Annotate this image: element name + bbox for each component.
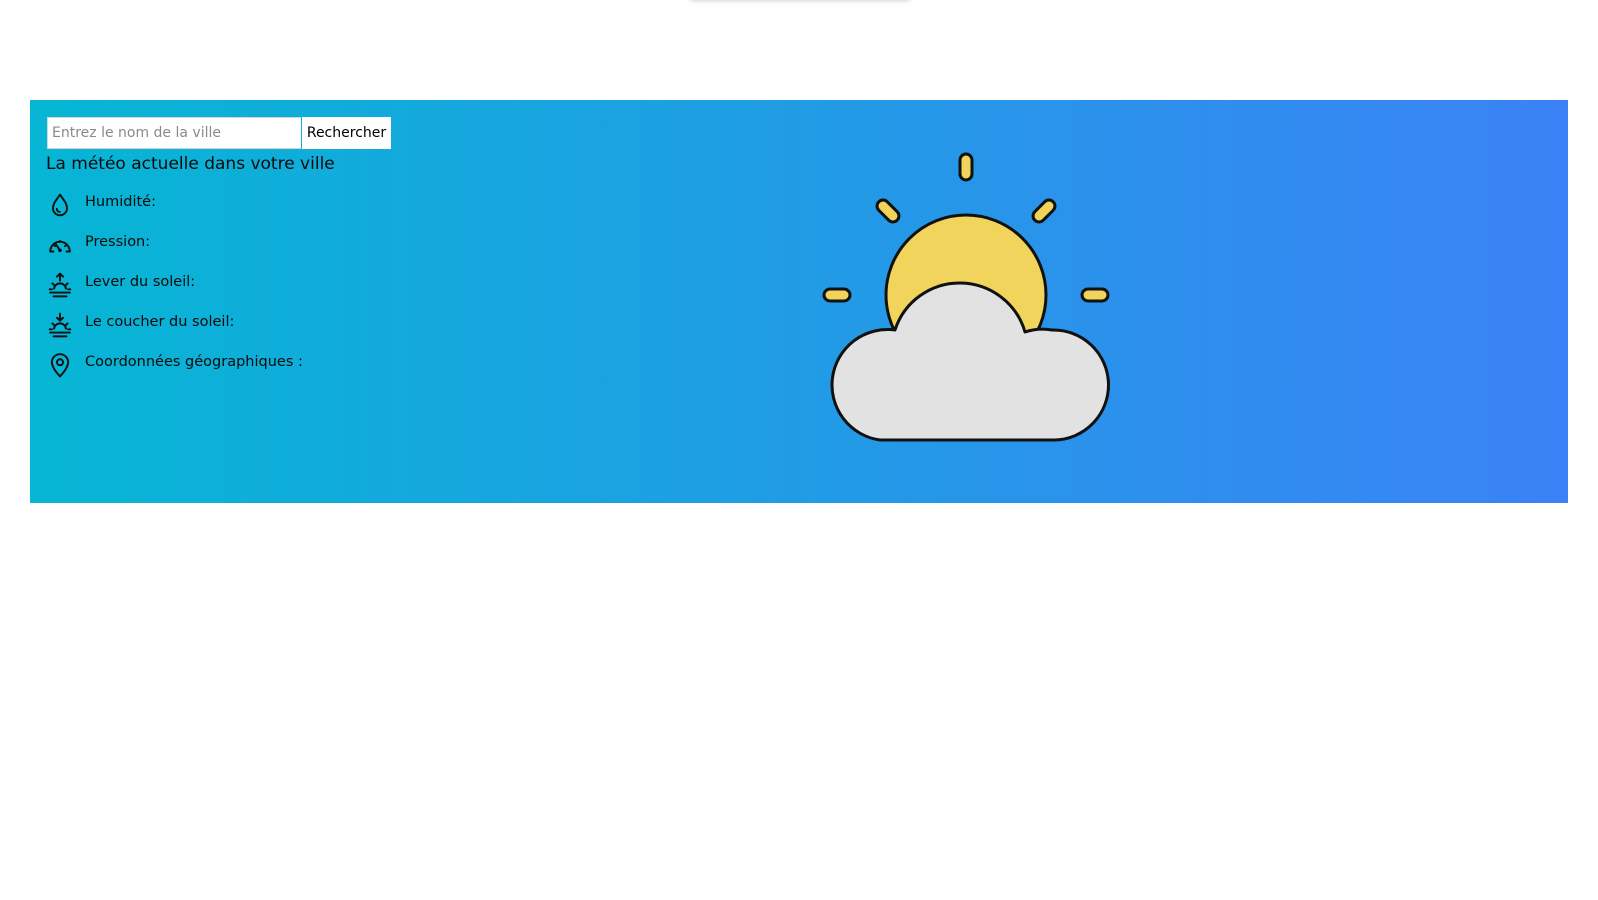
sunset-row: Le coucher du soleil: <box>47 312 303 352</box>
search-button[interactable]: Rechercher <box>302 117 391 149</box>
weather-details-list: Humidité: Pression: Lever du soleil: Le … <box>47 192 303 392</box>
sunrise-label: Lever du soleil: <box>85 274 196 290</box>
coordinates-label: Coordonnées géographiques : <box>85 354 303 370</box>
sun-ray-top-left <box>875 198 901 224</box>
page-title: La météo actuelle dans votre ville <box>46 154 335 174</box>
sunrise-row: Lever du soleil: <box>47 272 303 312</box>
droplet-icon <box>51 193 69 217</box>
cloud-shape <box>830 281 1110 442</box>
gauge-icon <box>49 239 71 253</box>
sunset-label: Le coucher du soleil: <box>85 314 235 330</box>
sunrise-icon <box>48 272 72 298</box>
map-pin-icon <box>50 353 70 378</box>
sun-ray-right <box>1080 287 1110 303</box>
coordinates-row: Coordonnées géographiques : <box>47 352 303 392</box>
sun-ray-top <box>958 152 974 182</box>
sun-ray-top-right <box>1031 198 1057 224</box>
sunset-icon <box>48 312 72 338</box>
sun-ray-left <box>822 287 852 303</box>
weather-panel: Rechercher La météo actuelle dans votre … <box>30 100 1568 503</box>
pressure-label: Pression: <box>85 234 151 250</box>
partly-cloudy-icon <box>822 152 1110 442</box>
pressure-row: Pression: <box>47 232 303 272</box>
search-bar: Rechercher <box>47 117 391 149</box>
humidity-row: Humidité: <box>47 192 303 232</box>
city-search-input[interactable] <box>47 117 301 149</box>
humidity-label: Humidité: <box>85 194 156 210</box>
